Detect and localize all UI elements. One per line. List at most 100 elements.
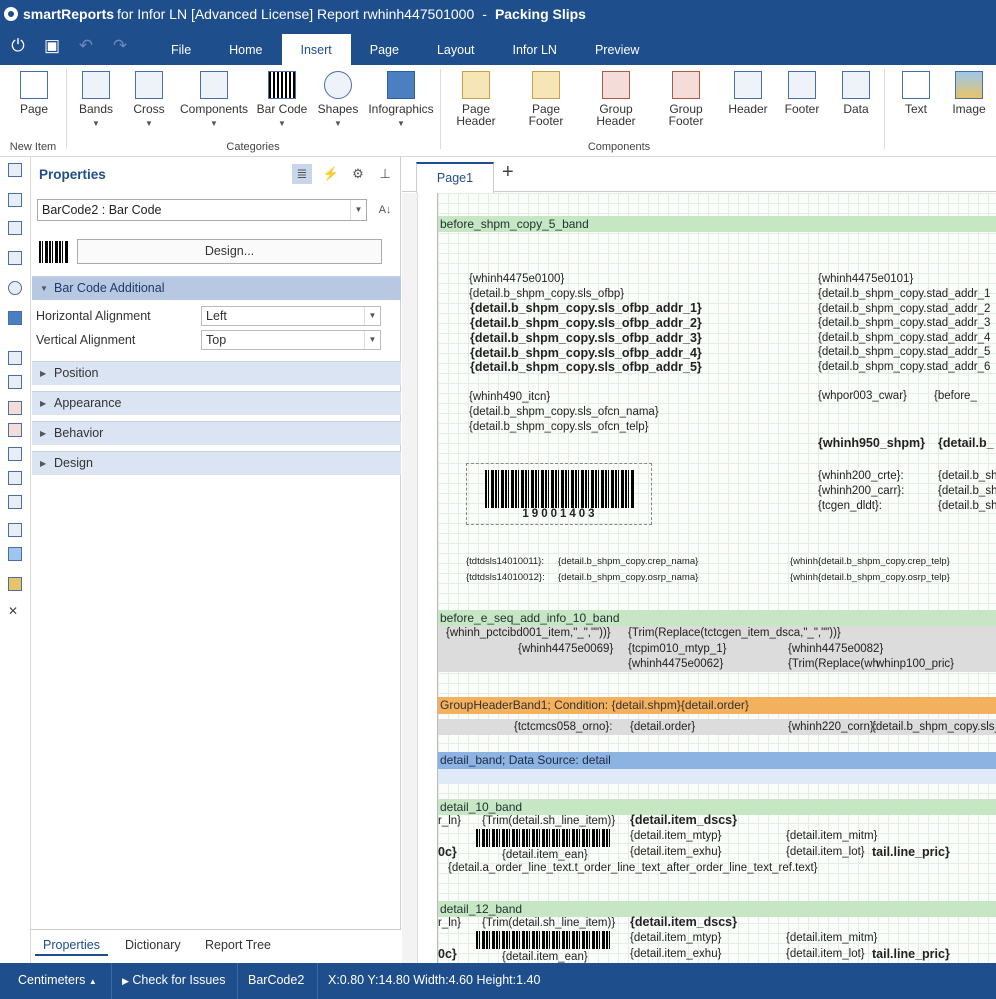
section-behavior[interactable]: ▶ Behavior bbox=[32, 421, 401, 445]
vertical-alignment-select[interactable]: Top ▼ bbox=[201, 330, 381, 350]
field[interactable]: {tctcmcs058_orno}: bbox=[514, 720, 612, 734]
field[interactable]: {detail.item_mtyp} bbox=[630, 829, 721, 843]
section-position[interactable]: ▶ Position bbox=[32, 361, 401, 385]
report-page[interactable]: before_shpm_copy_5_band {whinh4475e0100}… bbox=[437, 193, 996, 963]
shapes-button[interactable]: Shapes ▼ bbox=[316, 71, 360, 130]
tab-layout[interactable]: Layout bbox=[418, 35, 494, 65]
field[interactable]: {whinh_pctcibd001_item,"_",""))} bbox=[446, 626, 611, 640]
list-view-icon[interactable]: ≣ bbox=[292, 164, 312, 184]
section-bar-code-additional[interactable]: ▼ Bar Code Additional bbox=[32, 276, 401, 300]
field[interactable]: r_ln} bbox=[438, 916, 461, 930]
field[interactable]: {detail.b_shpm_copy.stad_addr_6 bbox=[818, 360, 990, 374]
detail-barcode[interactable] bbox=[476, 829, 610, 847]
label-tool-icon[interactable] bbox=[8, 523, 22, 537]
field[interactable]: {detail.b_shpm_copy.sls_ofbp_addr_5} bbox=[470, 360, 702, 374]
header-tool-icon[interactable] bbox=[8, 447, 22, 461]
sort-az-icon[interactable]: A↓ bbox=[375, 199, 395, 221]
chart-tool-icon[interactable] bbox=[8, 577, 22, 591]
field[interactable]: {whinh bbox=[790, 571, 818, 585]
cross-tool-icon[interactable] bbox=[8, 193, 22, 207]
field[interactable]: tail.line_pric} bbox=[872, 947, 950, 961]
band-before-shpm-copy-5[interactable]: before_shpm_copy_5_band bbox=[438, 216, 996, 232]
field[interactable]: {detail.b_shpm_copy.stad_addr_5 bbox=[818, 345, 990, 359]
field[interactable]: {detail.b_shpm_copy.stad_addr_3 bbox=[818, 316, 990, 330]
tab-page[interactable]: Page bbox=[351, 35, 418, 65]
save-icon[interactable]: ▣ bbox=[42, 36, 62, 56]
field[interactable]: {detail.b_sh bbox=[938, 499, 996, 513]
field[interactable]: {Trim(detail.sh_line_item)} bbox=[482, 916, 615, 930]
field[interactable]: {detail.item_exhu} bbox=[630, 947, 721, 961]
field[interactable]: {detail.item_lot} bbox=[786, 947, 865, 961]
field[interactable]: {whpor003_cwar} bbox=[818, 389, 907, 403]
redo-icon[interactable]: ↷ bbox=[110, 36, 130, 56]
image-button[interactable]: Image bbox=[948, 71, 990, 115]
barcode-tool-icon[interactable] bbox=[8, 251, 22, 265]
field[interactable]: {detail.b_shpm_copy.sls_ofbp_addr_1} bbox=[470, 301, 702, 315]
field[interactable]: whinp100_pric} bbox=[876, 657, 954, 671]
group-header-button[interactable]: Group Header bbox=[596, 71, 636, 127]
field[interactable]: {whinh950_shpm} bbox=[818, 436, 925, 450]
field[interactable]: {tdtdsls14010012}: bbox=[466, 571, 545, 585]
field[interactable]: {whinh220_corn}: bbox=[788, 720, 877, 734]
field[interactable]: {detail.item_dscs} bbox=[630, 915, 737, 929]
page-header-button[interactable]: Page Header bbox=[456, 71, 496, 127]
power-icon[interactable]: ⏻ bbox=[8, 36, 28, 56]
tab-properties[interactable]: Properties bbox=[35, 936, 108, 956]
field[interactable]: {detail.b_shpm_copy.osrp_telp} bbox=[818, 571, 950, 585]
field[interactable]: {tcpim010_mtyp_1} bbox=[628, 642, 726, 656]
detail-barcode[interactable] bbox=[476, 931, 610, 949]
cross-button[interactable]: Cross ▼ bbox=[129, 71, 169, 130]
barcode-button[interactable]: Bar Code ▼ bbox=[256, 71, 308, 130]
field[interactable]: {detail.item_mtyp} bbox=[630, 931, 721, 945]
tools-icon[interactable]: ✕ bbox=[8, 605, 22, 619]
infographics-tool-icon[interactable] bbox=[8, 311, 22, 325]
design-button[interactable]: Design... bbox=[77, 239, 382, 264]
gear-icon[interactable]: ⚙ bbox=[348, 164, 368, 184]
field[interactable]: {detail.b_shpm_copy.sls_ofbp} bbox=[469, 287, 624, 301]
field[interactable]: {detail.item_exhu} bbox=[630, 845, 721, 859]
field[interactable]: {detail.b_shpm_copy.osrp_nama} bbox=[558, 571, 698, 585]
object-selector[interactable]: BarCode2 : Bar Code ▼ bbox=[37, 199, 367, 221]
selected-barcode[interactable]: 19001403 bbox=[466, 463, 652, 525]
field[interactable]: {detail.item_lot} bbox=[786, 845, 865, 859]
tab-infor-ln[interactable]: Infor LN bbox=[494, 35, 576, 65]
field[interactable]: {detail.order} bbox=[630, 720, 695, 734]
field[interactable]: {detail.b_sh bbox=[938, 484, 996, 498]
field[interactable]: {whinh490_itcn} bbox=[469, 390, 550, 404]
bands-tool-icon[interactable] bbox=[8, 163, 22, 177]
horizontal-alignment-select[interactable]: Left ▼ bbox=[201, 306, 381, 326]
bands-button[interactable]: Bands ▼ bbox=[76, 71, 116, 130]
tab-preview[interactable]: Preview bbox=[576, 35, 658, 65]
field[interactable]: tail.line_pric} bbox=[872, 845, 950, 859]
field[interactable]: {detail.item_dscs} bbox=[630, 813, 737, 827]
header-button[interactable]: Header bbox=[728, 71, 768, 115]
tab-insert[interactable]: Insert bbox=[281, 34, 351, 65]
new-page-button[interactable]: Page bbox=[18, 71, 50, 115]
band-detail[interactable]: detail_band; Data Source: detail bbox=[438, 752, 996, 769]
field[interactable]: {detail.b_shpm_copy.stad_addr_2 bbox=[818, 302, 990, 316]
field[interactable]: r_ln} bbox=[438, 814, 461, 828]
section-appearance[interactable]: ▶ Appearance bbox=[32, 391, 401, 415]
band-group-header-1[interactable]: GroupHeaderBand1; Condition: {detail.shp… bbox=[438, 697, 996, 714]
field[interactable]: {detail.item_mitm} bbox=[786, 931, 877, 945]
field[interactable]: {whinh4475e0101} bbox=[818, 272, 913, 286]
field[interactable]: {Trim(Replace(tctcgen_item_dsca,"_",""))… bbox=[628, 626, 841, 640]
tab-page1[interactable]: Page1 bbox=[416, 162, 494, 193]
field[interactable]: {detail.b_shpm_copy.crep_telp} bbox=[818, 555, 950, 569]
field[interactable]: {whinh200_carr}: bbox=[818, 484, 904, 498]
footer-tool-icon[interactable] bbox=[8, 471, 22, 485]
units-selector[interactable]: Centimeters ▲ bbox=[0, 963, 112, 999]
field[interactable]: 0c} bbox=[438, 845, 457, 859]
check-issues-button[interactable]: ▶ Check for Issues bbox=[112, 963, 238, 999]
components-tool-icon[interactable] bbox=[8, 221, 22, 235]
data-button[interactable]: Data bbox=[836, 71, 876, 115]
text-button[interactable]: Text bbox=[896, 71, 936, 115]
field[interactable]: {Trim(Replace(wh bbox=[788, 657, 879, 671]
field[interactable]: {whinh bbox=[790, 555, 818, 569]
group-header-tool-icon[interactable] bbox=[8, 401, 22, 415]
band-before-e-seq-add-info-10[interactable]: before_e_seq_add_info_10_band bbox=[438, 610, 996, 626]
field[interactable]: {Trim(detail.sh_line_item)} bbox=[482, 814, 615, 828]
add-page-icon[interactable]: + bbox=[502, 161, 514, 184]
field[interactable]: {detail.b_shpm_copy.sls_c bbox=[872, 720, 996, 734]
field[interactable]: {detail.b_shpm_copy.sls_ofbp_addr_3} bbox=[470, 331, 702, 345]
